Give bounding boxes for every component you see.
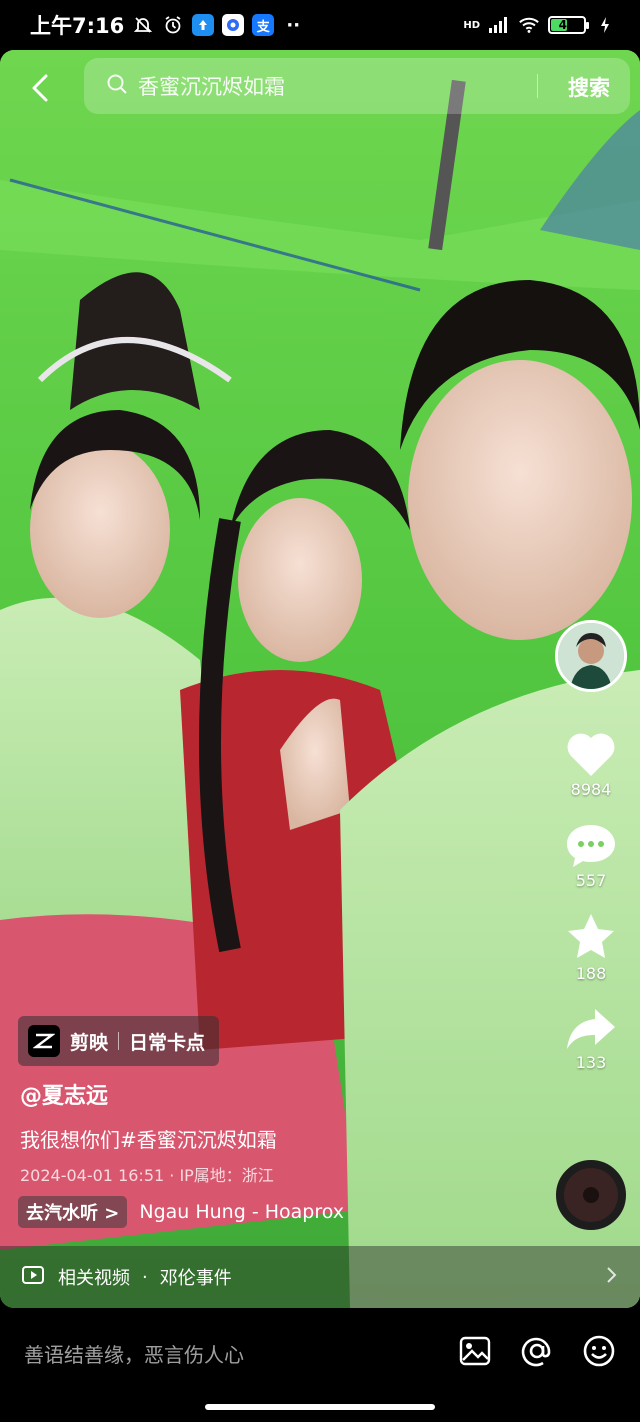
back-button[interactable] — [22, 68, 62, 108]
alipay-app-icon: 支 — [252, 14, 275, 36]
home-indicator[interactable] — [205, 1404, 435, 1410]
more-icon: ·· — [286, 14, 301, 36]
share-arrow-icon — [567, 1009, 615, 1049]
comment-input[interactable]: 善语结善缘，恶言伤人心 — [24, 1339, 244, 1368]
comment-count: 557 — [575, 871, 607, 890]
comment-action[interactable]: 557 — [565, 821, 617, 890]
capcut-template: 日常卡点 — [129, 1031, 206, 1054]
like-count: 8984 — [570, 780, 612, 799]
capcut-app-name: 剪映 — [70, 1031, 109, 1054]
bell-off-icon — [132, 14, 154, 36]
favorite-count: 188 — [575, 964, 607, 983]
mention-icon[interactable] — [520, 1334, 554, 1372]
browser-app-icon — [222, 14, 245, 36]
open-in-qishui-button[interactable]: 去汽水听 > — [18, 1196, 128, 1228]
image-picker-icon[interactable] — [458, 1334, 492, 1372]
album-cover-icon — [564, 1168, 618, 1222]
arrow-up-app-icon — [192, 14, 215, 36]
comment-tools — [458, 1334, 616, 1372]
signal-icon — [488, 14, 510, 36]
charging-icon — [594, 14, 616, 36]
share-action[interactable]: 133 — [565, 1005, 617, 1072]
action-column: 8984 557 188 133 — [552, 620, 630, 1094]
like-action[interactable]: 8984 — [565, 730, 617, 799]
post-caption[interactable]: 我很想你们#香蜜沉沉烬如霜 — [20, 1124, 277, 1153]
related-label: 相关视频 — [58, 1268, 130, 1289]
battery-level: 46 — [558, 18, 576, 32]
search-box[interactable]: 香蜜沉沉烬如霜 搜索 — [84, 58, 630, 114]
search-divider — [537, 74, 538, 98]
video-frame — [0, 50, 640, 1308]
hd-label: HD — [463, 19, 480, 31]
tag-separator — [118, 1032, 120, 1050]
status-bar: 上午7:16 支 ·· HD 46 — [0, 0, 640, 50]
capcut-tag[interactable]: 剪映 日常卡点 — [18, 1016, 220, 1066]
emoji-icon[interactable] — [582, 1334, 616, 1372]
music-disc[interactable] — [556, 1160, 626, 1230]
video-player[interactable]: 香蜜沉沉烬如霜 搜索 8984 557 188 133 剪映 日常卡点 @夏志远… — [0, 50, 640, 1308]
related-topic: 邓伦事件 — [159, 1268, 232, 1289]
chevron-right-icon — [606, 1266, 618, 1289]
post-meta: 2024-04-01 16:51 · IP属地：浙江 — [20, 1166, 274, 1185]
related-dot: · — [142, 1266, 148, 1288]
author-avatar[interactable] — [555, 620, 627, 692]
alarm-icon — [162, 14, 184, 36]
capcut-logo-icon — [28, 1025, 60, 1057]
favorite-action[interactable]: 188 — [565, 912, 617, 983]
status-right: HD 46 — [463, 14, 616, 36]
search-button[interactable]: 搜索 — [568, 72, 610, 102]
wifi-icon — [518, 14, 540, 36]
search-input[interactable]: 香蜜沉沉烬如霜 — [138, 71, 285, 101]
related-video-icon — [22, 1265, 46, 1290]
status-left: 上午7:16 支 ·· — [30, 10, 304, 40]
battery-indicator: 46 — [548, 16, 589, 34]
related-videos-bar[interactable]: 相关视频 · 邓伦事件 — [0, 1246, 640, 1308]
star-icon — [568, 914, 614, 958]
author-name[interactable]: @夏志远 — [20, 1078, 108, 1110]
heart-icon — [567, 733, 615, 776]
comment-icon — [567, 825, 615, 867]
back-arrow-icon — [32, 74, 48, 102]
comment-bar: 善语结善缘，恶言伤人心 — [0, 1308, 640, 1398]
music-title[interactable]: Ngau Hung - Hoaprox — [139, 1201, 344, 1223]
search-icon — [106, 73, 128, 99]
music-row: 去汽水听 > Ngau Hung - Hoaprox — [18, 1196, 344, 1228]
status-time: 上午7:16 — [30, 14, 125, 38]
share-count: 133 — [575, 1053, 607, 1072]
